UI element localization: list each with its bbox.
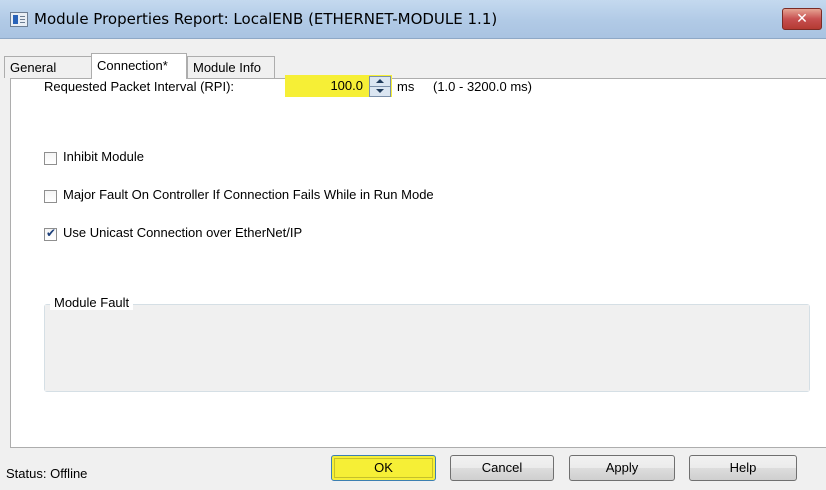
rpi-label: Requested Packet Interval (RPI): bbox=[44, 79, 235, 94]
rpi-range-label: (1.0 - 3200.0 ms) bbox=[433, 79, 532, 94]
major-fault-label[interactable]: Major Fault On Controller If Connection … bbox=[63, 187, 434, 202]
window-title: Module Properties Report: LocalENB (ETHE… bbox=[34, 10, 498, 28]
rpi-spinner[interactable] bbox=[367, 75, 392, 97]
tab-connection[interactable]: Connection* bbox=[91, 53, 187, 79]
rpi-input[interactable]: 100.0 bbox=[285, 75, 367, 97]
inhibit-module-checkbox[interactable] bbox=[44, 152, 57, 165]
module-fault-title: Module Fault bbox=[50, 295, 134, 310]
window-app-icon bbox=[10, 12, 28, 27]
help-button[interactable]: Help bbox=[689, 455, 797, 481]
tab-module-info[interactable]: Module Info bbox=[187, 56, 275, 78]
close-icon: ✕ bbox=[796, 11, 808, 27]
close-button[interactable]: ✕ bbox=[782, 8, 822, 30]
module-fault-text bbox=[45, 305, 809, 391]
cancel-button[interactable]: Cancel bbox=[450, 455, 554, 481]
spin-down-icon[interactable] bbox=[369, 86, 391, 97]
ok-button[interactable]: OK bbox=[331, 455, 436, 481]
rpi-unit-label: ms bbox=[397, 79, 415, 94]
unicast-connection-label[interactable]: Use Unicast Connection over EtherNet/IP bbox=[63, 225, 302, 240]
unicast-connection-checkbox[interactable] bbox=[44, 226, 57, 241]
title-bar[interactable]: Module Properties Report: LocalENB (ETHE… bbox=[0, 0, 826, 39]
tab-general[interactable]: General bbox=[4, 56, 92, 78]
status-text: Status: Offline bbox=[6, 466, 88, 481]
apply-button[interactable]: Apply bbox=[569, 455, 675, 481]
dialog-client-area: General Connection* Module Info bbox=[0, 39, 826, 490]
major-fault-checkbox[interactable] bbox=[44, 190, 57, 203]
connection-tab-panel bbox=[10, 78, 826, 448]
inhibit-module-label[interactable]: Inhibit Module bbox=[63, 149, 144, 164]
module-properties-window: Module Properties Report: LocalENB (ETHE… bbox=[0, 0, 826, 490]
